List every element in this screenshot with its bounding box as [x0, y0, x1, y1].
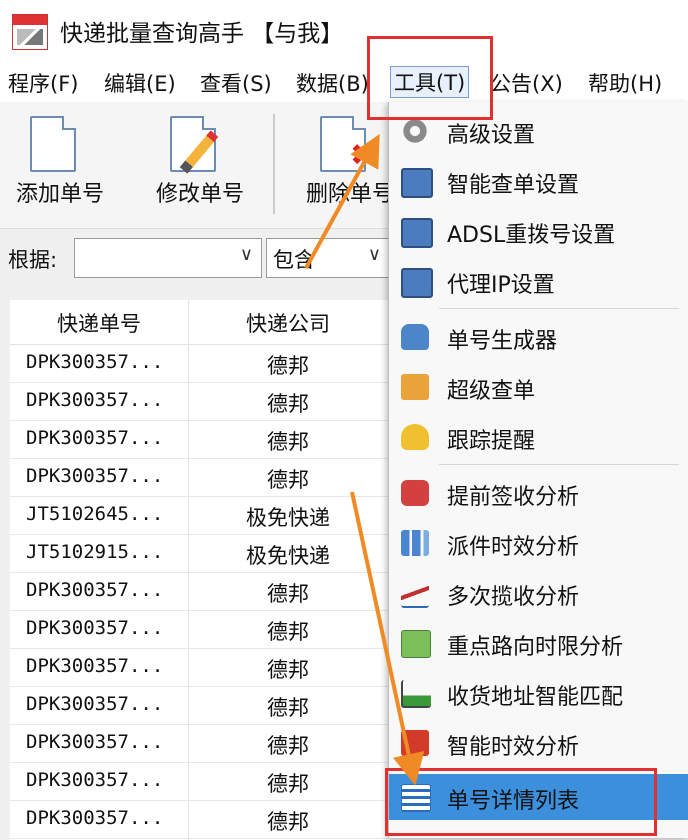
arrow-to-detail-list — [350, 491, 425, 786]
annotation-arrows — [304, 133, 425, 786]
arrow-to-tools-menu — [304, 133, 380, 269]
